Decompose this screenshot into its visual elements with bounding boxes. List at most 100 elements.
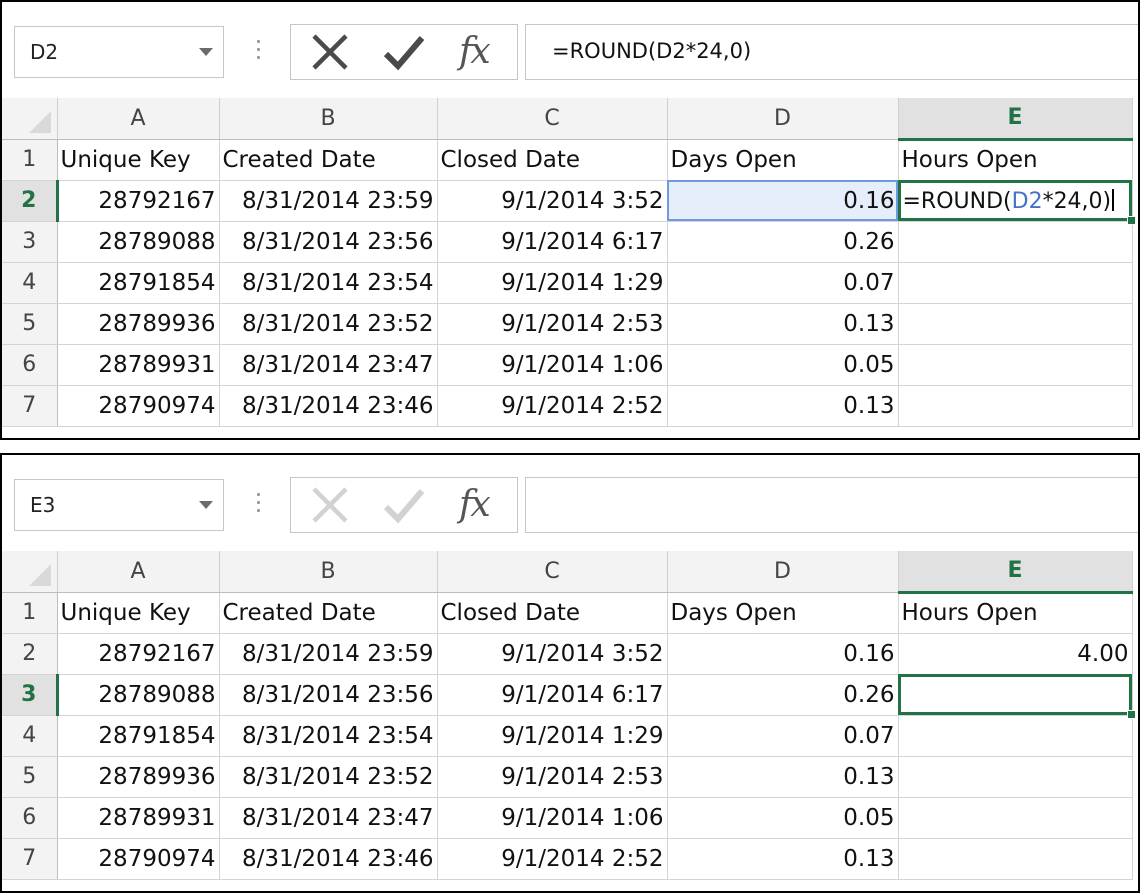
row-header-7[interactable]: 7 (2, 838, 58, 880)
formula-input[interactable] (525, 477, 1138, 533)
fill-handle[interactable] (1126, 709, 1136, 719)
cell-a5[interactable]: 28789936 (57, 303, 220, 345)
cell-a6[interactable]: 28789931 (57, 344, 220, 386)
cell-a2[interactable]: 28792167 (57, 633, 220, 675)
cell-c3[interactable]: 9/1/2014 6:17 (437, 221, 668, 263)
cell-d7[interactable]: 0.13 (667, 838, 899, 880)
cell-a2[interactable]: 28792167 (57, 180, 220, 222)
header-cell-days-open[interactable]: Days Open (667, 592, 899, 634)
cell-c6[interactable]: 9/1/2014 1:06 (437, 797, 668, 839)
cell-e5[interactable] (898, 756, 1133, 798)
cell-e6[interactable] (898, 797, 1133, 839)
column-header-c[interactable]: C (437, 98, 668, 140)
header-cell-created-date[interactable]: Created Date (219, 139, 438, 181)
cell-d2[interactable]: 0.16 (667, 633, 899, 675)
row-header-1[interactable]: 1 (2, 139, 58, 181)
cell-b3[interactable]: 8/31/2014 23:56 (219, 221, 438, 263)
column-header-c[interactable]: C (437, 551, 668, 593)
row-header-2[interactable]: 2 (2, 180, 59, 222)
fill-handle[interactable] (1126, 215, 1136, 225)
cell-d6[interactable]: 0.05 (667, 344, 899, 386)
cell-a3[interactable]: 28789088 (57, 674, 220, 716)
cell-e4[interactable] (898, 262, 1133, 304)
column-header-d[interactable]: D (667, 551, 899, 593)
enter-button[interactable] (369, 478, 439, 532)
cell-c2[interactable]: 9/1/2014 3:52 (437, 180, 668, 222)
cell-e7[interactable] (898, 385, 1133, 427)
row-header-5[interactable]: 5 (2, 756, 58, 798)
header-cell-hours-open[interactable]: Hours Open (898, 592, 1133, 634)
row-header-1[interactable]: 1 (2, 592, 58, 634)
cell-c4[interactable]: 9/1/2014 1:29 (437, 262, 668, 304)
cell-c6[interactable]: 9/1/2014 1:06 (437, 344, 668, 386)
cell-a3[interactable]: 28789088 (57, 221, 220, 263)
cell-e2-result[interactable]: 4.00 (898, 633, 1133, 675)
cell-c2[interactable]: 9/1/2014 3:52 (437, 633, 668, 675)
grip-dots-icon[interactable] (257, 493, 260, 517)
cell-b4[interactable]: 8/31/2014 23:54 (219, 715, 438, 757)
fx-icon[interactable]: fx (459, 484, 491, 525)
enter-button[interactable] (369, 25, 439, 79)
header-cell-unique-key[interactable]: Unique Key (57, 139, 220, 181)
column-header-e[interactable]: E (898, 98, 1133, 141)
cell-b5[interactable]: 8/31/2014 23:52 (219, 303, 438, 345)
row-header-4[interactable]: 4 (2, 715, 58, 757)
cell-b6[interactable]: 8/31/2014 23:47 (219, 344, 438, 386)
cancel-button[interactable] (295, 478, 365, 532)
cell-a7[interactable]: 28790974 (57, 838, 220, 880)
row-header-6[interactable]: 6 (2, 797, 58, 839)
cell-a5[interactable]: 28789936 (57, 756, 220, 798)
cell-b6[interactable]: 8/31/2014 23:47 (219, 797, 438, 839)
cell-d4[interactable]: 0.07 (667, 262, 899, 304)
name-box[interactable]: E3 (14, 479, 224, 531)
column-header-a[interactable]: A (57, 551, 220, 593)
grip-dots-icon[interactable] (257, 40, 260, 64)
cell-b5[interactable]: 8/31/2014 23:52 (219, 756, 438, 798)
cell-a4[interactable]: 28791854 (57, 262, 220, 304)
header-cell-days-open[interactable]: Days Open (667, 139, 899, 181)
name-box[interactable]: D2 (14, 26, 224, 78)
column-header-d[interactable]: D (667, 98, 899, 140)
row-header-4[interactable]: 4 (2, 262, 58, 304)
header-cell-hours-open[interactable]: Hours Open (898, 139, 1133, 181)
row-header-2[interactable]: 2 (2, 633, 58, 675)
row-header-3[interactable]: 3 (2, 674, 59, 716)
cell-e3[interactable] (898, 221, 1133, 263)
row-header-6[interactable]: 6 (2, 344, 58, 386)
column-header-b[interactable]: B (219, 98, 438, 140)
cell-c7[interactable]: 9/1/2014 2:52 (437, 385, 668, 427)
cell-d5[interactable]: 0.13 (667, 756, 899, 798)
cell-b2[interactable]: 8/31/2014 23:59 (219, 633, 438, 675)
cell-d6[interactable]: 0.05 (667, 797, 899, 839)
column-header-b[interactable]: B (219, 551, 438, 593)
row-header-7[interactable]: 7 (2, 385, 58, 427)
select-all-corner[interactable] (2, 551, 58, 593)
cell-d3[interactable]: 0.26 (667, 674, 899, 716)
cell-b7[interactable]: 8/31/2014 23:46 (219, 838, 438, 880)
cell-e7[interactable] (898, 838, 1133, 880)
cell-a4[interactable]: 28791854 (57, 715, 220, 757)
header-cell-closed-date[interactable]: Closed Date (437, 592, 668, 634)
cell-d3[interactable]: 0.26 (667, 221, 899, 263)
cell-c4[interactable]: 9/1/2014 1:29 (437, 715, 668, 757)
cell-e3-active[interactable] (898, 674, 1136, 719)
cell-e4[interactable] (898, 715, 1133, 757)
cell-c7[interactable]: 9/1/2014 2:52 (437, 838, 668, 880)
cancel-button[interactable] (295, 25, 365, 79)
row-header-3[interactable]: 3 (2, 221, 58, 263)
column-header-e[interactable]: E (898, 551, 1133, 594)
select-all-corner[interactable] (2, 98, 58, 140)
cell-b2[interactable]: 8/31/2014 23:59 (219, 180, 438, 222)
row-header-5[interactable]: 5 (2, 303, 58, 345)
cell-c5[interactable]: 9/1/2014 2:53 (437, 303, 668, 345)
cell-e6[interactable] (898, 344, 1133, 386)
cell-d4[interactable]: 0.07 (667, 715, 899, 757)
cell-d5[interactable]: 0.13 (667, 303, 899, 345)
cell-e5[interactable] (898, 303, 1133, 345)
header-cell-unique-key[interactable]: Unique Key (57, 592, 220, 634)
cell-c3[interactable]: 9/1/2014 6:17 (437, 674, 668, 716)
column-header-a[interactable]: A (57, 98, 220, 140)
chevron-down-icon[interactable] (199, 501, 213, 509)
header-cell-closed-date[interactable]: Closed Date (437, 139, 668, 181)
header-cell-created-date[interactable]: Created Date (219, 592, 438, 634)
